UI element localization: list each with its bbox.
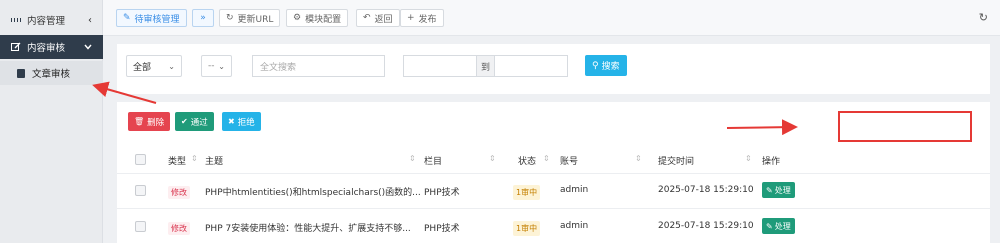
field-select[interactable]: -- ⌄ xyxy=(201,55,232,77)
update-url-button[interactable]: ↻ 更新URL xyxy=(219,9,281,27)
back-button[interactable]: ↶ 返回 xyxy=(356,9,400,27)
sort-icon[interactable]: ⇕ xyxy=(191,154,198,163)
sidebar: 内容管理 ‹ 内容审核 文章审核 xyxy=(0,0,103,243)
fulltext-search-input[interactable]: 全文搜索 xyxy=(252,55,385,77)
sort-icon[interactable]: ⇕ xyxy=(745,154,752,163)
sort-icon[interactable]: ⇕ xyxy=(409,154,416,163)
row-title-link[interactable]: PHP中htmlentities()和htmlspecialchars()函数的… xyxy=(205,185,421,198)
select-all-checkbox[interactable] xyxy=(135,154,146,165)
sidebar-item-content-review[interactable]: 内容审核 xyxy=(0,35,103,59)
range-separator: 到 xyxy=(477,55,494,77)
search-panel: 全部 ⌄ -- ⌄ 全文搜索 到 ⚲ 搜索 xyxy=(117,44,990,94)
edit-icon: ✎ xyxy=(766,221,773,231)
search-button[interactable]: ⚲ 搜索 xyxy=(585,55,627,76)
chevron-down-icon xyxy=(84,42,92,53)
chevron-down-icon: ⌄ xyxy=(168,61,175,71)
process-button[interactable]: ✎ 处理 xyxy=(762,218,795,234)
x-circle-icon: ✖ xyxy=(228,117,235,126)
sidebar-item-label: 文章审核 xyxy=(32,69,71,80)
edit-icon: ✎ xyxy=(766,185,773,195)
check-circle-icon: ✔ xyxy=(181,117,188,126)
sort-icon[interactable]: ⇕ xyxy=(489,154,496,163)
row-account: admin xyxy=(560,221,589,231)
row-column: PHP技术 xyxy=(424,224,460,234)
header-title: 主题 xyxy=(205,157,224,167)
publish-button[interactable]: + 发布 xyxy=(400,9,444,27)
sidebar-item-content-management[interactable]: 内容管理 ‹ xyxy=(0,8,103,32)
header-column: 栏目 xyxy=(424,157,443,167)
row-title-link[interactable]: PHP 7安装使用体验：性能大提升、扩展支持不够... xyxy=(205,221,411,234)
divider xyxy=(117,173,990,174)
edit-icon xyxy=(11,42,21,52)
header-operation: 操作 xyxy=(762,157,781,167)
row-checkbox[interactable] xyxy=(135,221,146,232)
category-select[interactable]: 全部 ⌄ xyxy=(126,55,182,77)
type-badge: 修改 xyxy=(168,186,190,199)
chevron-down-icon: ⌄ xyxy=(218,61,225,71)
back-icon: ↶ xyxy=(363,13,371,23)
divider xyxy=(117,208,990,209)
row-time: 2025-07-18 15:29:10 xyxy=(658,185,754,195)
refresh-icon[interactable]: ↻ xyxy=(979,11,988,24)
delete-button[interactable]: 🗑 删除 xyxy=(128,112,171,131)
document-icon xyxy=(16,68,26,78)
type-badge: 修改 xyxy=(168,222,190,235)
header-status: 状态 xyxy=(518,157,537,167)
double-chevron-down-icon: » xyxy=(200,13,206,23)
search-icon: ⚲ xyxy=(592,60,599,71)
expand-button[interactable]: » xyxy=(192,9,214,27)
sidebar-item-label: 内容管理 xyxy=(27,16,66,27)
row-time: 2025-07-18 15:29:10 xyxy=(658,221,754,231)
row-column: PHP技术 xyxy=(424,188,460,198)
status-badge: 1审中 xyxy=(513,185,541,200)
module-config-button[interactable]: ⚙ 模块配置 xyxy=(286,9,349,27)
chevron-left-icon: ‹ xyxy=(88,14,92,26)
header-account: 账号 xyxy=(560,157,579,167)
pass-button[interactable]: ✔ 通过 xyxy=(175,112,214,131)
edit-icon: ✎ xyxy=(123,13,131,23)
annotation-box xyxy=(838,111,972,142)
gear-icon: ⚙ xyxy=(293,13,302,23)
sort-icon[interactable]: ⇕ xyxy=(543,154,550,163)
plus-icon: + xyxy=(407,13,415,23)
refresh-icon: ↻ xyxy=(226,13,234,23)
sidebar-item-label: 内容审核 xyxy=(27,43,66,54)
sort-icon[interactable]: ⇕ xyxy=(635,154,642,163)
date-start-input[interactable] xyxy=(403,55,477,77)
pending-review-button[interactable]: ✎ 待审核管理 xyxy=(116,9,187,27)
sidebar-item-article-review[interactable]: 文章审核 xyxy=(0,61,103,85)
trash-icon: 🗑 xyxy=(134,117,145,126)
toolbar: ✎ 待审核管理 » ↻ 更新URL ⚙ 模块配置 ↶ 返回 + 发布 ↻ xyxy=(103,0,1000,36)
date-end-input[interactable] xyxy=(494,55,568,77)
row-account: admin xyxy=(560,185,589,195)
process-button[interactable]: ✎ 处理 xyxy=(762,182,795,198)
header-submit-time: 提交时间 xyxy=(658,157,695,167)
grid-icon xyxy=(11,15,21,25)
row-checkbox[interactable] xyxy=(135,185,146,196)
header-type: 类型 xyxy=(168,157,187,167)
reject-button[interactable]: ✖ 拒绝 xyxy=(222,112,261,131)
status-badge: 1审中 xyxy=(513,221,541,236)
